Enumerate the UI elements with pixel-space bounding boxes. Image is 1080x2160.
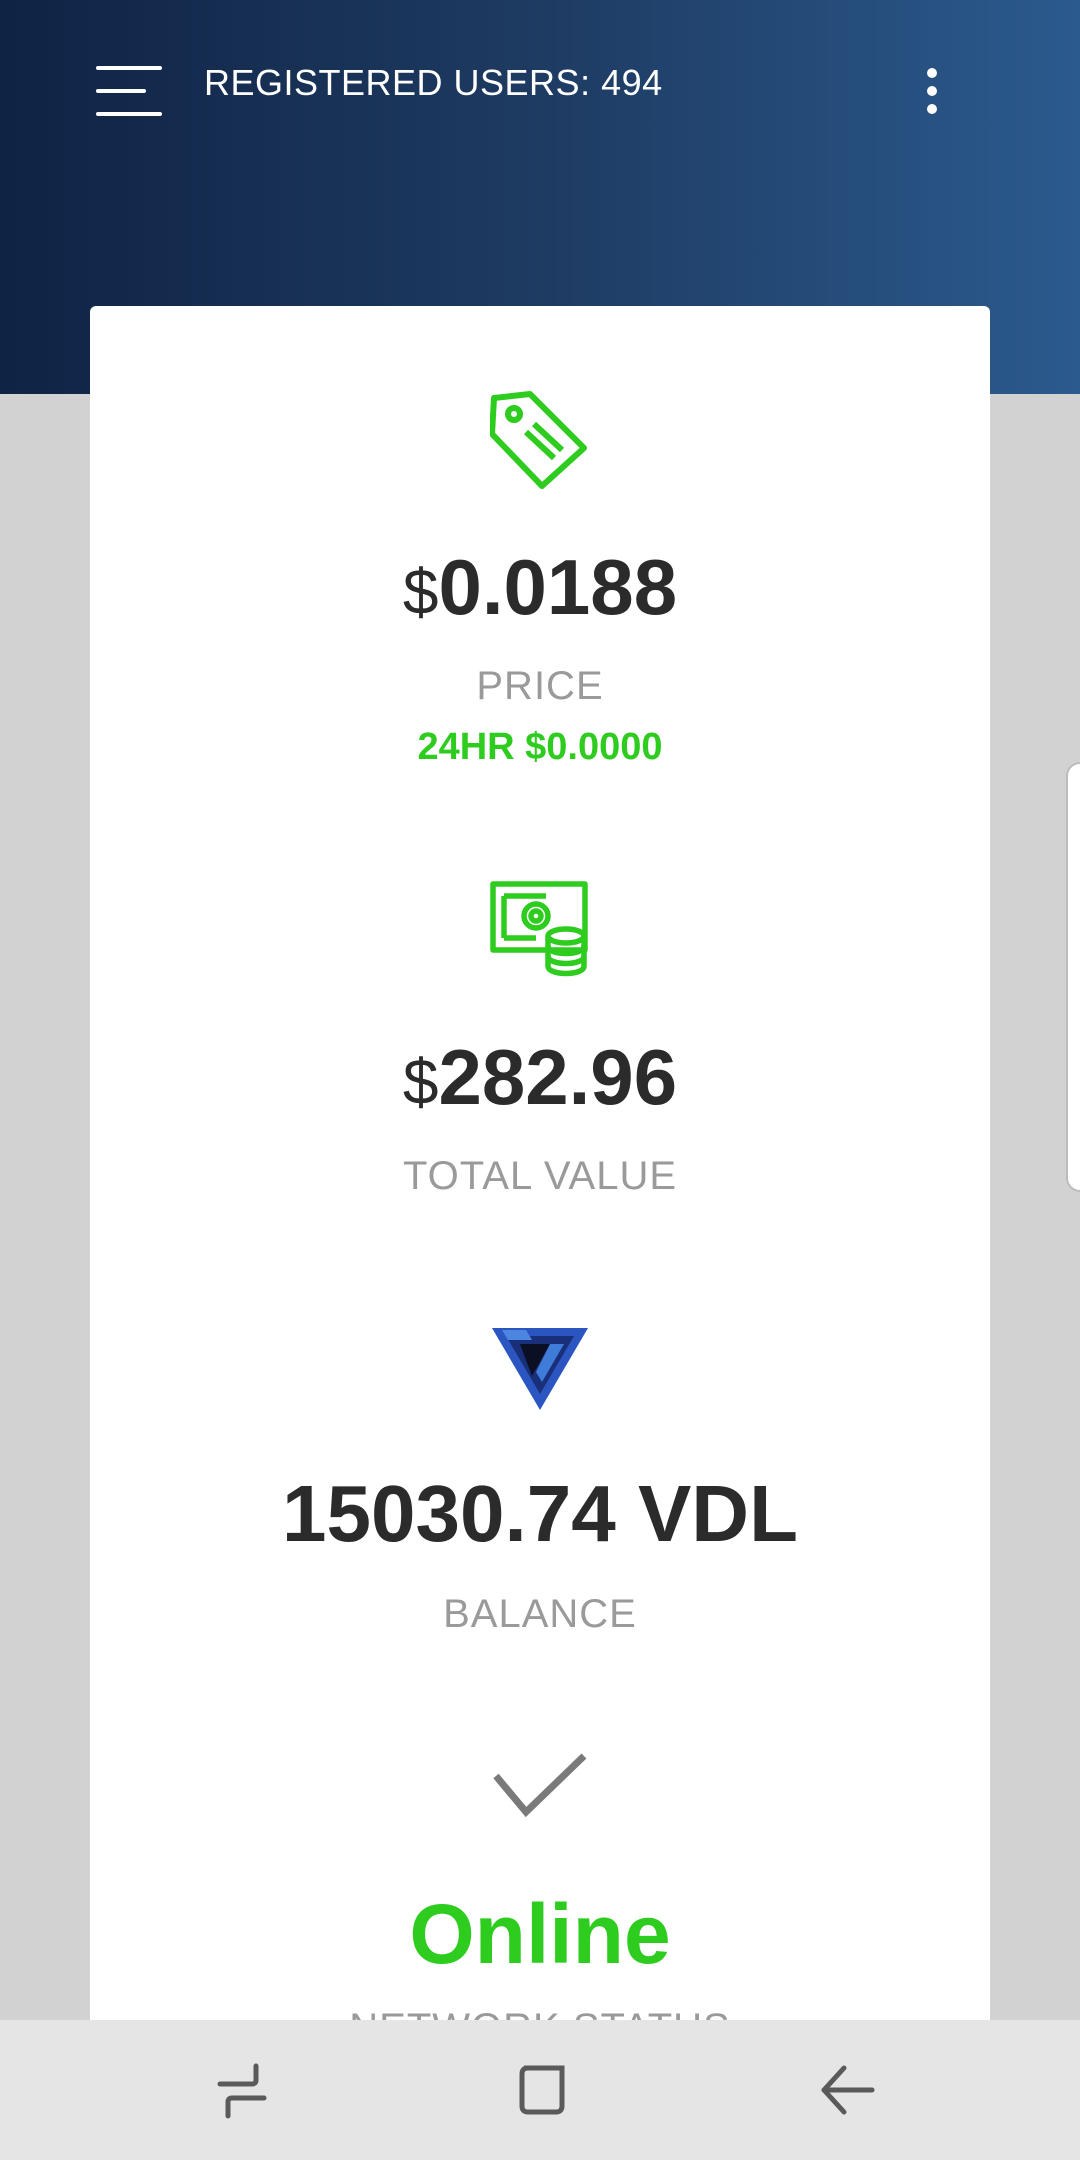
vdl-logo-icon: [492, 1328, 588, 1410]
currency-symbol: $: [402, 556, 439, 628]
more-vert-icon[interactable]: [918, 64, 946, 118]
price-label: PRICE: [476, 664, 604, 708]
total-value-amount: 282.96: [438, 1033, 678, 1121]
app-screen: REGISTERED USERS: 494 $0.0188 PRICE 24HR…: [0, 0, 1080, 2160]
back-icon[interactable]: [806, 2050, 886, 2130]
price-section: $0.0188 PRICE 24HR $0.0000: [90, 390, 990, 766]
balance-section: 15030.74 VDL BALANCE: [90, 1326, 990, 1634]
balance-amount: 15030.74 VDL: [282, 1469, 798, 1558]
total-value-section: $282.96 TOTAL VALUE: [90, 880, 990, 1196]
price-tag-icon: [490, 391, 587, 489]
money-coins-icon: [490, 881, 588, 977]
wallet-summary-card: $0.0188 PRICE 24HR $0.0000 $282.96 TOTAL…: [90, 306, 990, 2066]
checkmark-icon: [493, 1753, 587, 1818]
home-icon[interactable]: [504, 2050, 584, 2130]
price-amount: 0.0188: [438, 543, 678, 631]
hamburger-menu-icon[interactable]: [96, 64, 162, 118]
total-value: $282.96: [90, 1038, 990, 1116]
recent-apps-icon[interactable]: [202, 2050, 282, 2130]
network-status-value: Online: [409, 1887, 671, 1981]
currency-symbol: $: [402, 1046, 439, 1118]
price-value: $0.0188: [90, 548, 990, 626]
balance-label: BALANCE: [443, 1592, 637, 1636]
price-24hr-change: 24HR $0.0000: [417, 726, 663, 768]
system-navigation-bar: [0, 2020, 1080, 2160]
total-value-label: TOTAL VALUE: [402, 1154, 678, 1198]
edge-panel-handle[interactable]: [1066, 762, 1080, 1192]
registered-users-title: REGISTERED USERS: 494: [204, 62, 663, 103]
network-status-section: Online NETWORK STATUS: [90, 1752, 990, 2048]
